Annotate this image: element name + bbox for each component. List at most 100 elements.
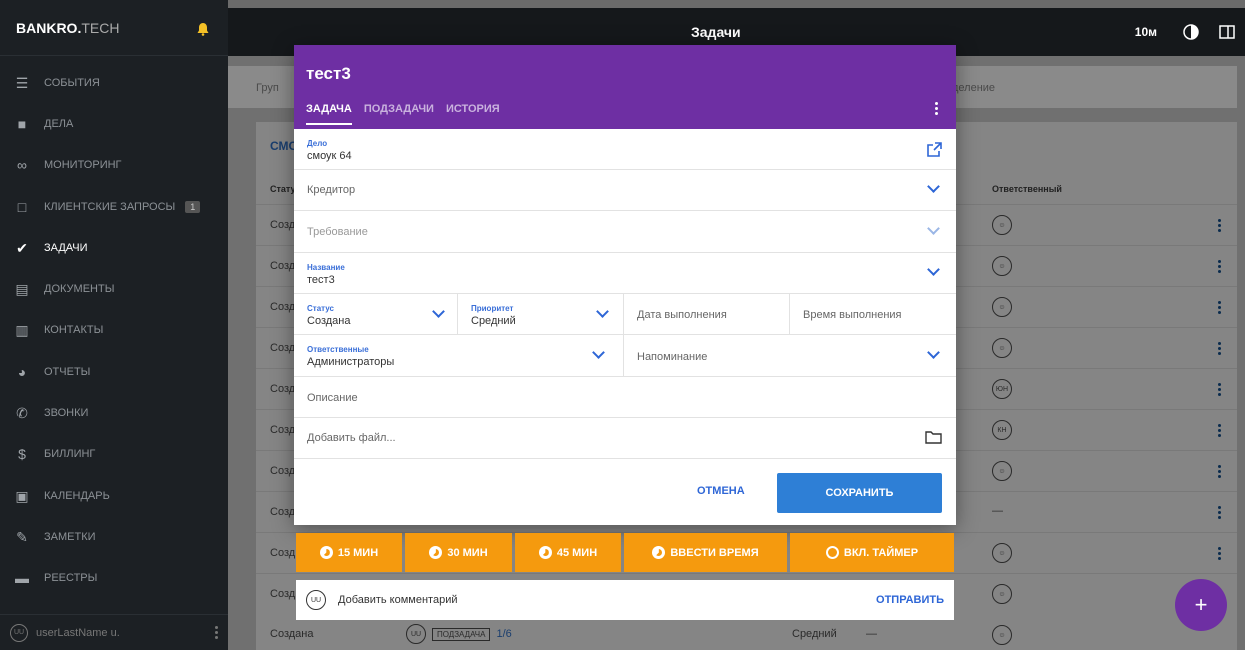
row-menu-icon[interactable] [1218,219,1221,232]
clock-icon [319,546,333,559]
phone-icon: ✆ [16,405,28,422]
sidebar-item-4[interactable]: ✔ ЗАДАЧИ [0,227,228,268]
chevron-down-icon[interactable] [592,346,605,359]
row-menu-icon[interactable] [1218,465,1221,478]
row-avatar: UU [406,624,426,644]
sidebar-item-label: КЛИЕНТСКИЕ ЗАПРОСЫ [44,200,176,213]
sidebar-item-10[interactable]: ▣ КАЛЕНДАРЬ [0,475,228,516]
attach-file-field[interactable]: Добавить файл... [294,418,956,459]
enter-time-label: ВВЕСТИ ВРЕМЯ [670,546,759,559]
book-icon: ▥ [15,322,29,339]
column-status: Стату [270,184,296,194]
due-time-field[interactable]: Время выполнения [790,294,956,335]
claim-placeholder: Требование [307,226,368,238]
cancel-button[interactable]: ОТМЕНА [697,485,745,497]
comment-avatar: UU [306,590,326,610]
dialog-header: тест3 ЗАДАЧА ПОДЗАДАЧИ ИСТОРИЯ [294,45,956,129]
claim-select[interactable]: Требование [294,211,956,253]
timer-15-button[interactable]: 15 МИН [296,533,402,572]
chevron-down-icon[interactable] [927,346,940,359]
chevron-down-icon[interactable] [432,305,445,318]
group-avatar-icon: ☺ [992,297,1012,317]
row-responsible-empty: — [992,505,1003,517]
panel-toggle-icon[interactable] [1219,24,1235,40]
name-value: тест3 [307,274,335,286]
creditor-select[interactable]: Кредитор [294,170,956,211]
responsible-label: Ответственные [307,345,369,354]
user-menu[interactable]: UU userLastName u. [0,614,228,650]
status-select[interactable]: Статус Создана [294,294,458,335]
sidebar-item-label: РЕЕСТРЫ [44,572,98,585]
sidebar-item-0[interactable]: ☰ СОБЫТИЯ [0,62,228,103]
sidebar-item-8[interactable]: ✆ ЗВОНКИ [0,392,228,433]
timer-45-button[interactable]: 45 МИН [515,533,621,572]
theme-toggle-icon[interactable] [1183,24,1199,40]
sidebar-item-label: ДЕЛА [44,117,74,130]
tab-subtasks[interactable]: ПОДЗАДАЧИ [364,103,434,125]
sidebar-item-label: ОТЧЕТЫ [44,365,91,378]
group-avatar-icon: ☺ [992,338,1012,358]
row-menu-icon[interactable] [1218,383,1221,396]
folder-icon[interactable] [925,430,942,444]
due-date-field[interactable]: Дата выполнения [624,294,790,335]
table-row[interactable]: Создана UU ПОДЗАДАЧА 1/6 Средний — ☺ [256,620,1237,650]
sidebar-item-1[interactable]: ■ ДЕЛА [0,103,228,144]
case-value: смоук 64 [307,150,352,162]
sidebar-item-7[interactable]: ◕ ОТЧЕТЫ [0,351,228,392]
add-fab-button[interactable]: + [1175,579,1227,631]
filter-group-label[interactable]: Груп [256,82,279,94]
sidebar-item-3[interactable]: □ КЛИЕНТСКИЕ ЗАПРОСЫ 1 [0,186,228,227]
tab-task[interactable]: ЗАДАЧА [306,103,352,125]
row-menu-icon[interactable] [1218,547,1221,560]
sidebar-item-label: КОНТАКТЫ [44,324,104,337]
attach-placeholder: Добавить файл... [307,432,396,444]
row-menu-icon[interactable] [1218,260,1221,273]
calendar-icon: ▣ [15,487,29,504]
brand-logo[interactable]: BANKRO. TECH [0,0,228,56]
filter-division-label[interactable]: деление [952,82,995,94]
sidebar-item-6[interactable]: ▥ КОНТАКТЫ [0,310,228,351]
enter-time-button[interactable]: ВВЕСТИ ВРЕМЯ [624,533,787,572]
timer-30-button[interactable]: 30 МИН [405,533,512,572]
sidebar-item-9[interactable]: $ БИЛЛИНГ [0,434,228,475]
registry-icon: ▬ [15,570,29,587]
bell-icon[interactable] [196,22,210,36]
timer-indicator[interactable]: 10м [1135,25,1157,39]
case-field[interactable]: Дело смоук 64 [294,129,956,170]
sidebar-item-label: КАЛЕНДАРЬ [44,489,110,502]
start-timer-button[interactable]: ВКЛ. ТАЙМЕР [790,533,954,572]
chevron-down-icon[interactable] [927,180,940,193]
clock-icon [538,546,552,559]
reminder-select[interactable]: Напоминание [624,335,956,377]
comment-input[interactable]: Добавить комментарий [338,594,876,606]
group-avatar-icon: ☺ [992,461,1012,481]
sidebar-item-label: ДОКУМЕНТЫ [44,283,115,296]
chevron-down-icon[interactable] [596,305,609,318]
row-menu-icon[interactable] [1218,506,1221,519]
responsible-select[interactable]: Ответственные Администраторы [294,335,624,377]
dialog-menu-icon[interactable] [935,102,938,115]
sidebar-item-2[interactable]: ∞ МОНИТОРИНГ [0,145,228,186]
row-status: Созд [270,506,296,518]
sidebar-item-11[interactable]: ✎ ЗАМЕТКИ [0,516,228,557]
chevron-down-icon[interactable] [927,222,940,235]
user-kebab-icon[interactable] [215,626,218,639]
name-field[interactable]: Название тест3 [294,253,956,294]
sidebar-item-5[interactable]: ▤ ДОКУМЕНТЫ [0,268,228,309]
row-menu-icon[interactable] [1218,301,1221,314]
sidebar-item-12[interactable]: ▬ РЕЕСТРЫ [0,558,228,599]
group-avatar-icon: ☺ [992,625,1012,645]
send-button[interactable]: ОТПРАВИТЬ [876,594,944,606]
row-menu-icon[interactable] [1218,342,1221,355]
save-button[interactable]: СОХРАНИТЬ [777,473,942,513]
group-avatar-icon: ☺ [992,543,1012,563]
tab-history[interactable]: ИСТОРИЯ [446,103,500,125]
sidebar-item-label: ЗАМЕТКИ [44,530,96,543]
row-menu-icon[interactable] [1218,424,1221,437]
description-field[interactable]: Описание [294,377,956,418]
inbox-icon: □ [17,198,27,215]
priority-select[interactable]: Приоритет Средний [458,294,624,335]
open-external-icon[interactable] [927,142,942,157]
chevron-down-icon[interactable] [927,263,940,276]
status-value: Создана [307,315,351,327]
